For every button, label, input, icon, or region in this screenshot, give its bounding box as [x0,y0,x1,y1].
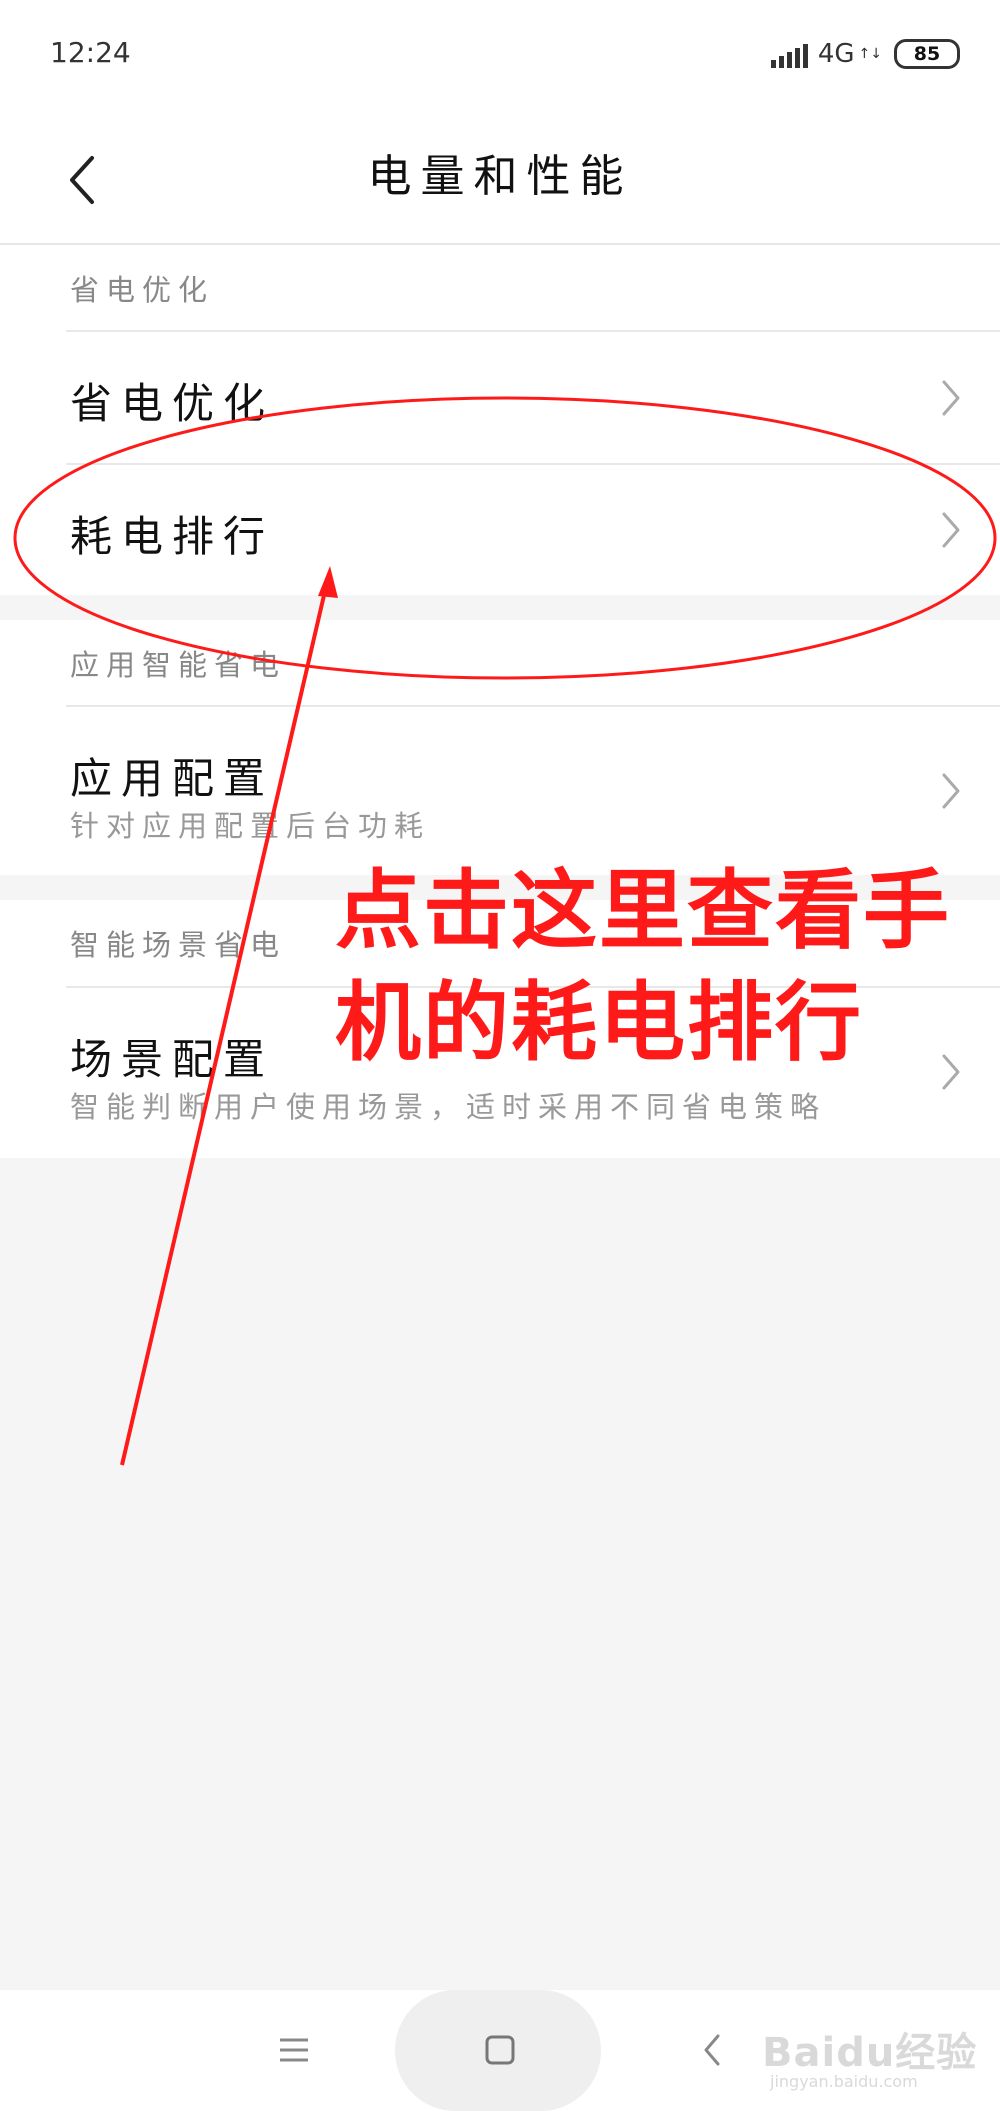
home-square-icon [485,2035,515,2065]
section-header: 应用智能省电 [70,648,287,682]
status-time: 12:24 [50,36,131,69]
baidu-watermark-url: jingyan.baidu.com [770,2072,918,2091]
chevron-right-icon [942,380,960,416]
baidu-watermark: Baidu经验 [762,2030,978,2076]
row-title: 省电优化 [70,379,275,428]
section-app-smart-saving: 应用智能省电 应用配置 针对应用配置后台功耗 [0,620,1000,875]
row-power-consumption-ranking[interactable]: 耗电排行 [0,465,1000,595]
row-subtitle: 针对应用配置后台功耗 [70,809,431,843]
section-header: 智能场景省电 [70,928,287,962]
menu-icon[interactable] [276,2028,312,2072]
battery-icon: 85 [894,39,960,69]
row-app-configuration[interactable]: 应用配置 针对应用配置后台功耗 [0,707,1000,875]
section-power-saving: 省电优化 省电优化 耗电排行 [0,245,1000,595]
annotation-line-1: 点击这里查看手 [335,861,951,961]
signal-icon [770,40,808,68]
annotation-line-2: 机的耗电排行 [335,973,863,1073]
back-chevron-icon[interactable] [700,2028,724,2072]
chevron-right-icon [942,773,960,809]
battery-level: 85 [913,43,941,65]
status-bar: 12:24 4G ↑↓ 85 [0,0,1000,110]
data-arrows-icon: ↑↓ [858,46,882,62]
row-title: 应用配置 [70,754,275,803]
annotation-text: 点击这里查看手 机的耗电排行 [335,855,975,1079]
app-header: 电量和性能 [0,110,1000,245]
chevron-right-icon [942,512,960,548]
page-title: 电量和性能 [367,151,633,202]
section-header: 省电优化 [70,273,215,307]
row-power-saving-optimization[interactable]: 省电优化 [0,332,1000,464]
row-title: 场景配置 [70,1035,275,1084]
row-subtitle: 智能判断用户使用场景，适时采用不同省电策略 [70,1090,827,1124]
row-title: 耗电排行 [70,512,275,561]
status-indicators: 4G ↑↓ 85 [770,34,960,74]
network-type: 4G [817,39,855,69]
